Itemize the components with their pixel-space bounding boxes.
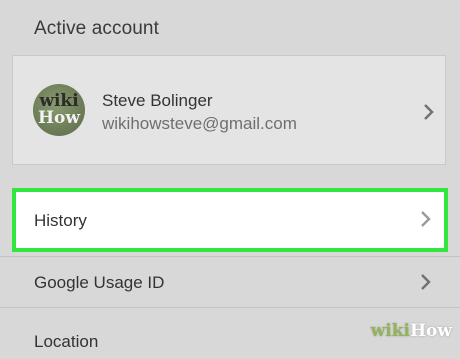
chevron-right-icon [418,209,434,229]
google-usage-id-row[interactable]: Google Usage ID [0,256,460,308]
account-name: Steve Bolinger [102,91,213,110]
google-usage-id-label: Google Usage ID [34,273,165,292]
watermark-wiki: wiki [370,321,410,341]
wikihow-watermark: wikiHow [371,321,452,341]
section-header-active-account: Active account [34,18,159,39]
watermark-how: How [409,321,452,341]
chevron-right-icon [418,272,434,292]
account-email: wikihowsteve@gmail.com [102,114,297,133]
history-label: History [34,211,87,230]
chevron-right-icon [421,102,437,122]
active-account-card[interactable]: wiki How Steve Bolinger wikihowsteve@gma… [12,55,446,165]
location-label: Location [34,332,99,351]
history-row[interactable]: History [12,188,448,252]
avatar-logo-text-bottom: How [37,108,81,128]
avatar: wiki How [33,84,85,136]
